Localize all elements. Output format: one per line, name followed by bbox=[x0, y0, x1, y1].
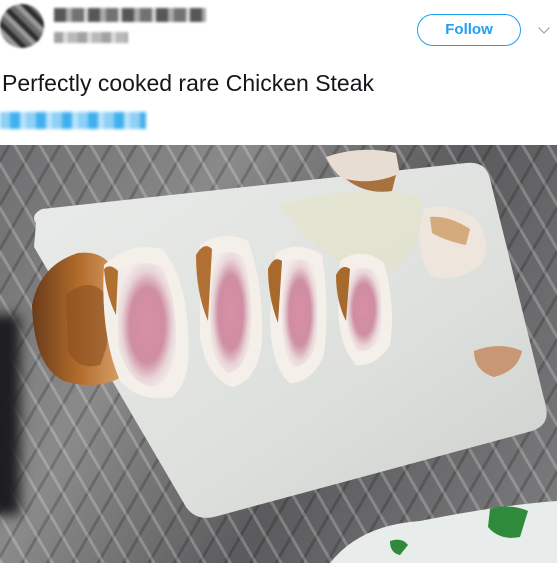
blurred-display-name bbox=[54, 8, 206, 22]
chicken-slice-4 bbox=[268, 246, 327, 383]
food-illustration bbox=[32, 149, 557, 563]
follow-button[interactable]: Follow bbox=[417, 14, 521, 46]
tweet-text: Perfectly cooked rare Chicken Steak bbox=[2, 70, 375, 96]
avatar[interactable] bbox=[0, 4, 44, 48]
blurred-username bbox=[54, 32, 128, 43]
chevron-down-icon[interactable] bbox=[538, 22, 550, 34]
blurred-link[interactable] bbox=[0, 112, 146, 129]
tweet-header: Follow Perfectly cooked rare Chicken Ste… bbox=[0, 0, 557, 140]
tweet-photo[interactable] bbox=[0, 145, 557, 563]
